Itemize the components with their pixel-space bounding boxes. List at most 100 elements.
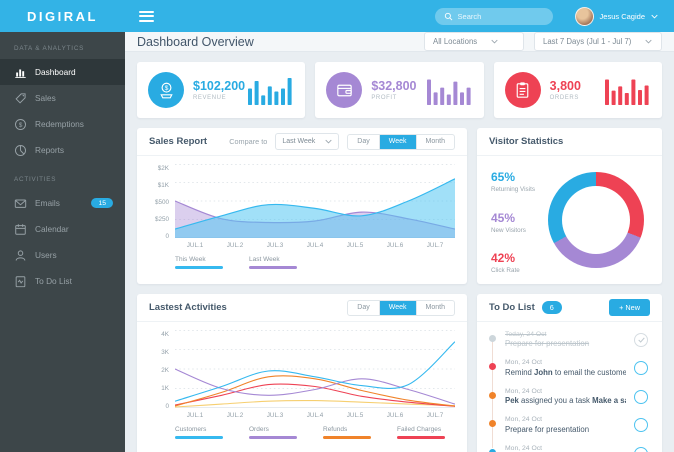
sidebar-item-label: Users: [35, 250, 57, 260]
visitor-statistics-title: Visitor Statistics: [489, 136, 564, 147]
search-input[interactable]: [457, 11, 544, 21]
new-todo-button[interactable]: + New: [609, 299, 650, 316]
sales-report-title: Sales Report: [149, 136, 208, 147]
stat-sparkline: [248, 78, 292, 105]
legend-item-failed-charges: Failed Charges: [397, 426, 445, 439]
sidebar-item-label: Emails: [35, 198, 60, 208]
x-tick-label: JUL.6: [386, 412, 404, 419]
todo-checkbox[interactable]: [634, 332, 648, 347]
todo-list-title: To Do List: [489, 302, 535, 313]
todo-item: Mon, 24 Oct Pek assigned you a task Make …: [489, 382, 650, 411]
sales-toggle-month[interactable]: Month: [415, 134, 454, 149]
todo-checkbox[interactable]: [634, 418, 648, 432]
compare-to-value: Last Week: [282, 138, 316, 145]
chevron-down-icon: [651, 14, 658, 19]
x-tick-label: JUL.3: [266, 242, 284, 249]
todo-item: Today, 24 Oct Prepare for presentation: [489, 325, 650, 354]
todo-item-content: Mon, 24 Oct Remind John to email the cust…: [505, 359, 626, 377]
sales-toggle-day[interactable]: Day: [348, 135, 378, 149]
x-tick-label: JUL.4: [306, 412, 324, 419]
todo-item-date: Mon, 24 Oct: [505, 444, 543, 452]
location-filter-value: All Locations: [433, 37, 478, 46]
activities-chart: 4K 3K 2K 1K 0 JUL.1 JUL.2 JUL.3 JUL.4 JUL.5 JUL.6…: [137, 322, 467, 419]
search-box[interactable]: [434, 7, 553, 25]
svg-text:$: $: [19, 121, 23, 128]
x-tick-label: JUL.1: [186, 242, 204, 249]
sidebar-item-calendar[interactable]: Calendar: [0, 216, 125, 242]
legend-swatch: [397, 435, 445, 439]
menu-toggle-icon[interactable]: [139, 10, 154, 22]
activities-toggle-month[interactable]: Month: [415, 300, 454, 315]
visitor-stat: 42% Click Rate: [491, 251, 535, 274]
todo-item-text: Prepare for presentation: [505, 339, 626, 348]
todo-checkbox[interactable]: [634, 446, 648, 452]
sidebar-item-label: Redemptions: [35, 119, 84, 129]
sales-period-toggle: Day Week Month: [347, 133, 455, 150]
stat-sparkline: [426, 79, 471, 105]
sidebar-item-to-do-list[interactable]: To Do List: [0, 268, 125, 294]
todo-item-content: Mon, 24 Oct Pek assigned you a task Make …: [505, 388, 626, 406]
stat-meta: 3,800 ORDERS: [550, 79, 581, 101]
todo-status-dot: [489, 448, 496, 452]
x-tick-label: JUL.2: [226, 242, 244, 249]
stat-card-revenue: $ $102,200 REVENUE: [137, 62, 306, 118]
y-tick-label: 2K: [161, 366, 169, 374]
wallet-icon: [326, 72, 363, 108]
visitor-statistics-header: Visitor Statistics: [477, 128, 662, 156]
legend-item-customers: Customers: [175, 426, 223, 439]
todo-text-part: Prepare for presentation: [505, 339, 590, 348]
sidebar-item-redemptions[interactable]: $ Redemptions: [0, 111, 125, 137]
visitor-stat-label: Click Rate: [491, 267, 520, 274]
donation-icon: $: [148, 72, 184, 108]
user-menu[interactable]: Jesus Cagide: [574, 6, 658, 26]
todo-list-card: To Do List 6 + New Today, 24 Oct Prepare …: [477, 294, 662, 452]
todo-item-date: Mon, 24 Oct: [505, 387, 543, 395]
y-tick-label: $2K: [157, 165, 169, 172]
todo-item-text: Prepare for presentation: [505, 425, 626, 434]
sidebar-item-emails[interactable]: Emails 15: [0, 190, 125, 216]
sidebar-item-label: To Do List: [35, 276, 72, 286]
stat-value: $102,200: [193, 79, 246, 93]
stat-card-orders: 3,800 ORDERS: [493, 62, 662, 118]
content: $ $102,200 REVENUE $32,800 PROFIT 3,800 ORDERS…: [125, 52, 674, 452]
pie-chart-icon: [14, 144, 27, 157]
visitor-statistics-body: 65% Returning Visits 45% New Visitors 42% Cli…: [477, 156, 662, 284]
compare-to-select[interactable]: Last Week: [275, 133, 340, 150]
sidebar-item-sales[interactable]: Sales: [0, 85, 125, 111]
y-tick-label: 0: [165, 232, 169, 240]
sidebar-item-dashboard[interactable]: Dashboard: [0, 59, 125, 85]
todo-list: Today, 24 Oct Prepare for presentation Mon…: [477, 322, 662, 452]
stat-label: REVENUE: [193, 95, 227, 101]
todo-item: Mon, 24 Oct Remind John to email the cust…: [489, 354, 650, 383]
stat-card-profit: $32,800 PROFIT: [315, 62, 484, 118]
visitor-stat: 65% Returning Visits: [491, 170, 535, 193]
activities-chart-y-axis: 4K 3K 2K 1K 0: [149, 330, 175, 410]
visitor-stat-value: 42%: [491, 251, 516, 265]
y-tick-label: 0: [165, 402, 169, 410]
x-tick-label: JUL.7: [426, 242, 444, 249]
legend-item-refunds: Refunds: [323, 426, 371, 439]
todo-checkbox[interactable]: [634, 361, 648, 375]
activities-toggle-day[interactable]: Day: [348, 301, 378, 315]
activities-chart-x-axis: JUL.1 JUL.2 JUL.3 JUL.4 JUL.5 JUL.6 JUL.7: [175, 412, 455, 419]
sidebar-item-users[interactable]: Users: [0, 242, 125, 268]
legend-swatch: [249, 265, 297, 269]
stat-value: $32,800: [371, 79, 417, 93]
todo-item-content: Mon, 24 OctPrepare for presentation: [505, 445, 626, 452]
todo-checkbox[interactable]: [634, 389, 648, 404]
user-name: Jesus Cagide: [599, 11, 645, 21]
legend-name: This Week: [175, 256, 206, 263]
date-range-filter[interactable]: Last 7 Days (Jul 1 - Jul 7): [534, 32, 662, 51]
location-filter[interactable]: All Locations: [424, 32, 524, 51]
sales-toggle-week[interactable]: Week: [378, 134, 416, 149]
legend-item-last-week: Last Week: [249, 256, 297, 269]
y-tick-label: 1K: [161, 384, 169, 392]
user-icon: [14, 249, 27, 262]
activities-toggle-week[interactable]: Week: [378, 300, 416, 315]
sidebar-item-reports[interactable]: Reports: [0, 137, 125, 163]
legend-name: Last Week: [249, 256, 280, 263]
todo-icon: [14, 275, 27, 288]
todo-text-part: Remind: [505, 367, 535, 377]
x-tick-label: JUL.7: [426, 412, 444, 419]
todo-item-content: Today, 24 Oct Prepare for presentation: [505, 331, 626, 349]
